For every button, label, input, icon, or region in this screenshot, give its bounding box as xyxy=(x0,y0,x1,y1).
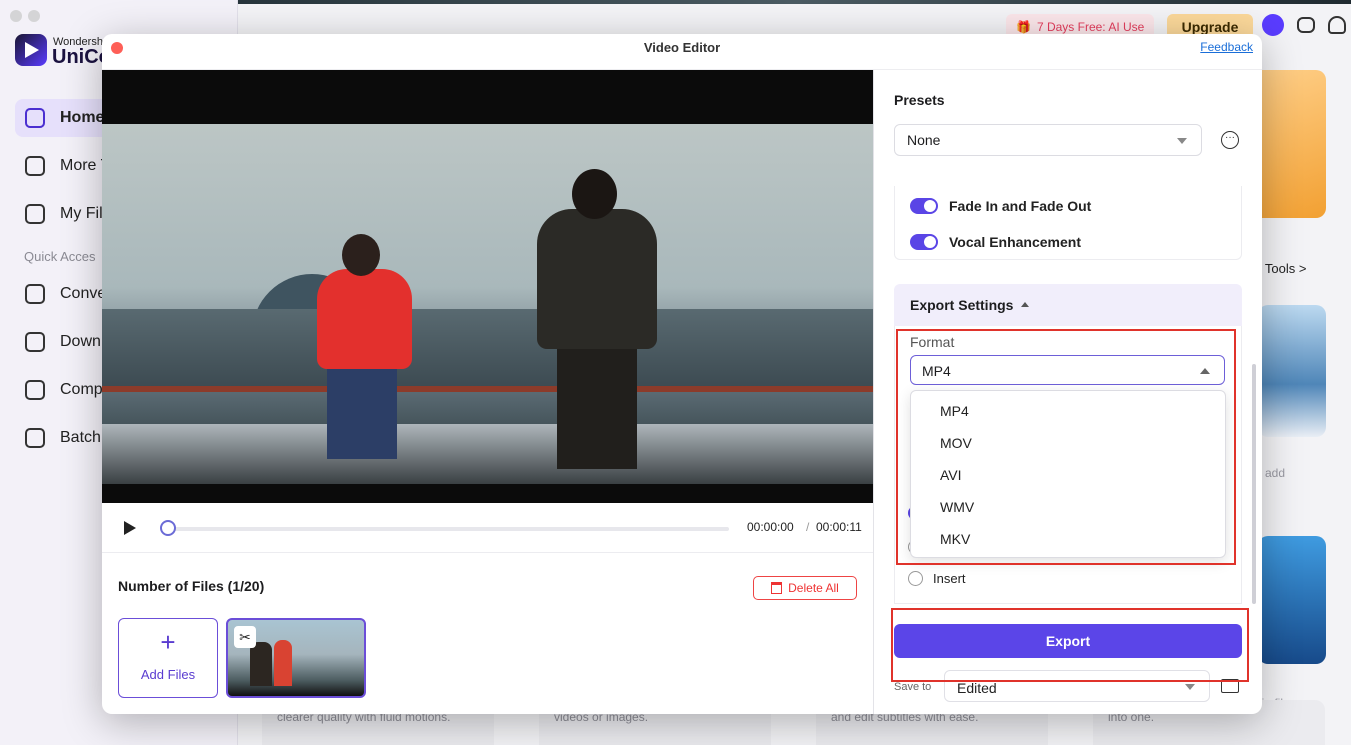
fade-toggle-row[interactable]: Fade In and Fade Out xyxy=(910,198,1091,214)
headset-icon[interactable] xyxy=(1328,16,1346,34)
chevron-down-icon xyxy=(1177,138,1187,144)
sidebar-item-label: My Fil xyxy=(60,205,103,222)
sidebar-item-label: Home xyxy=(60,109,105,126)
sidebar-item-label: Conve xyxy=(60,285,107,302)
toolbox-icon xyxy=(25,156,45,176)
feedback-link[interactable]: Feedback xyxy=(1200,40,1253,54)
current-time: 00:00:00 xyxy=(747,520,794,534)
format-highlight-box xyxy=(896,329,1236,565)
sidebar-item-label: Down xyxy=(60,333,101,350)
gift-icon: 🎁 xyxy=(1016,20,1031,34)
background-banner-strip xyxy=(238,0,1351,4)
window-close-dot[interactable] xyxy=(10,10,22,22)
export-settings-label: Export Settings xyxy=(910,297,1014,313)
file-thumbnail[interactable]: ✂ xyxy=(226,618,366,698)
more-options-icon[interactable]: ··· xyxy=(1221,131,1239,149)
settings-scrollbar[interactable] xyxy=(1252,364,1256,604)
add-files-button[interactable]: + Add Files xyxy=(118,618,218,698)
avatar[interactable] xyxy=(1262,14,1284,36)
sidebar-item-label: Batch xyxy=(60,429,101,446)
feature-card-image[interactable] xyxy=(1258,305,1326,437)
vocal-toggle[interactable] xyxy=(910,234,938,250)
scissors-icon[interactable]: ✂ xyxy=(234,626,256,648)
app-logo xyxy=(15,34,47,66)
video-preview[interactable] xyxy=(102,70,873,503)
delete-all-label: Delete All xyxy=(788,581,839,595)
chat-icon[interactable] xyxy=(1297,17,1315,33)
video-frame xyxy=(102,124,873,484)
quick-access-heading: Quick Acces xyxy=(24,249,96,264)
vocal-toggle-label: Vocal Enhancement xyxy=(949,234,1082,250)
batch-image-icon xyxy=(25,428,45,448)
presets-heading: Presets xyxy=(894,92,945,108)
save-to-value: Edited xyxy=(957,680,997,696)
files-count-title: Number of Files (1/20) xyxy=(118,578,265,594)
compress-icon xyxy=(25,380,45,400)
presets-select[interactable]: None xyxy=(894,124,1202,156)
total-time: 00:00:11 xyxy=(816,520,862,534)
download-icon xyxy=(25,332,45,352)
fade-toggle[interactable] xyxy=(910,198,938,214)
player-controls: 00:00:00 / 00:00:11 xyxy=(102,503,873,553)
vocal-toggle-row[interactable]: Vocal Enhancement xyxy=(910,234,1081,250)
timeline-scrubber[interactable] xyxy=(162,527,729,531)
trash-icon xyxy=(771,582,783,594)
convert-icon xyxy=(25,284,45,304)
chevron-down-icon xyxy=(1185,684,1195,690)
video-editor-dialog: Video Editor Feedback 00:00:00 / 00:00:1… xyxy=(102,34,1262,714)
chevron-up-icon xyxy=(1021,302,1030,307)
toggles-section: Fade In and Fade Out Vocal Enhancement xyxy=(894,186,1242,260)
plus-icon: + xyxy=(160,627,176,657)
presets-value: None xyxy=(907,132,941,148)
delete-all-button[interactable]: Delete All xyxy=(753,576,857,600)
time-separator: / xyxy=(806,520,810,534)
fade-toggle-label: Fade In and Fade Out xyxy=(949,198,1092,214)
panel-divider xyxy=(873,70,874,714)
add-files-label: Add Files xyxy=(140,667,196,682)
feature-card-image[interactable] xyxy=(1258,536,1326,664)
sidebar-item-label: Comp xyxy=(60,381,103,398)
save-to-label: Save to xyxy=(894,681,932,693)
home-icon xyxy=(25,108,45,128)
scrubber-handle[interactable] xyxy=(160,520,176,536)
insert-option[interactable]: Insert xyxy=(908,571,966,586)
promo-label: 7 Days Free: AI Use xyxy=(1036,20,1145,34)
dialog-header: Video Editor Feedback xyxy=(102,34,1262,70)
insert-radio[interactable] xyxy=(908,571,923,586)
file-icon xyxy=(25,204,45,224)
export-settings-header[interactable]: Export Settings xyxy=(894,284,1242,326)
export-highlight-box xyxy=(891,608,1249,682)
play-icon[interactable] xyxy=(124,521,136,535)
window-minimize-dot[interactable] xyxy=(28,10,40,22)
dialog-title: Video Editor xyxy=(643,40,721,55)
insert-label: Insert xyxy=(933,571,966,586)
